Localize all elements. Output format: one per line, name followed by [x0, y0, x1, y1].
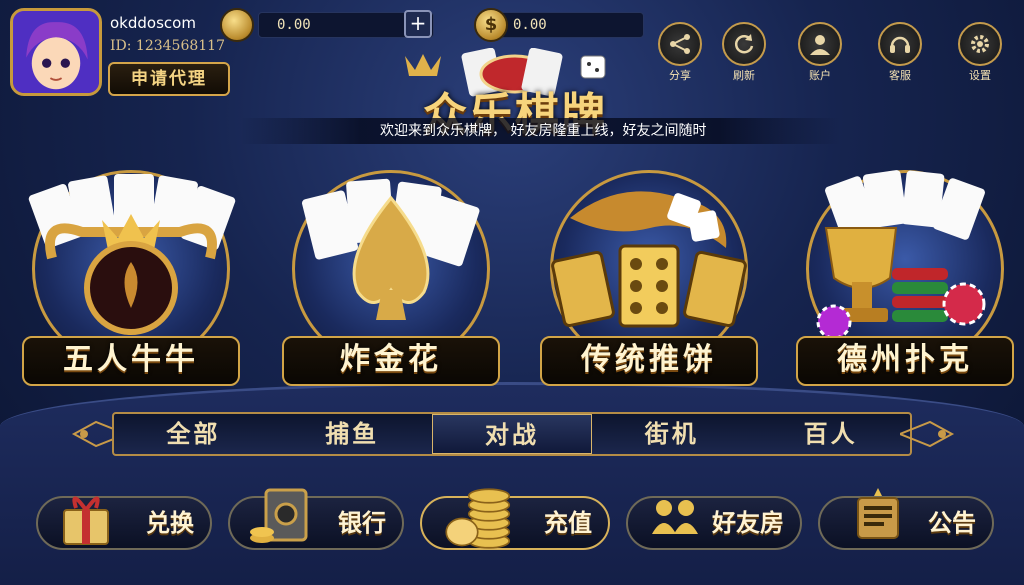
safe-icon	[250, 488, 308, 543]
settings-button[interactable]: 设置	[956, 22, 1004, 83]
game-golden-flower-label: 炸金花	[282, 336, 500, 386]
account-icon	[810, 35, 830, 55]
settings-label: 设置	[969, 69, 991, 82]
ornament-right-icon	[900, 420, 955, 448]
category-tabs: 全部 捕鱼 对战 街机 百人	[112, 412, 912, 456]
exchange-label: 兑换	[146, 508, 194, 537]
headset-icon	[890, 36, 910, 53]
recharge-label: 充值	[544, 508, 592, 537]
bank-button[interactable]: 银行	[228, 488, 404, 550]
dragon-tile-icon	[551, 191, 747, 328]
tab-hundred[interactable]: 百人	[751, 414, 910, 454]
game-traditional-push[interactable]: 传统推饼	[540, 158, 758, 390]
apply-agent-button[interactable]: 申请代理	[108, 62, 230, 96]
friend-room-button[interactable]: 好友房	[626, 496, 802, 550]
cash-balance: 0.00	[494, 12, 644, 38]
add-coin-button[interactable]: +	[404, 10, 432, 38]
notice-icon	[857, 488, 899, 539]
announcement-marquee: 欢迎来到众乐棋牌， 好友房隆重上线，好友之间随时	[240, 118, 840, 144]
recharge-button[interactable]: 充值	[420, 488, 610, 550]
cash-balance-value: 0.00	[513, 17, 547, 33]
coin-balance-value: 0.00	[277, 17, 311, 33]
game-five-bull[interactable]: 五人牛牛	[22, 158, 240, 390]
account-label: 账户	[809, 69, 831, 82]
notice-button[interactable]: 公告	[818, 488, 994, 550]
refresh-label: 刷新	[733, 69, 755, 82]
notice-label: 公告	[928, 508, 976, 537]
refresh-icon	[734, 34, 754, 54]
tab-fishing[interactable]: 捕鱼	[273, 414, 432, 454]
friend-room-label: 好友房	[712, 508, 784, 537]
game-five-bull-label: 五人牛牛	[22, 336, 240, 386]
gift-box-icon	[63, 496, 109, 545]
gear-icon	[971, 35, 989, 53]
marquee-text: 欢迎来到众乐棋牌， 好友房隆重上线，好友之间随时	[380, 123, 707, 139]
customer-service-label: 客服	[889, 69, 911, 82]
exchange-button[interactable]: 兑换	[36, 496, 212, 550]
game-golden-flower[interactable]: 炸金花	[282, 158, 500, 390]
game-texas-holdem[interactable]: 德州扑克	[796, 158, 1014, 390]
refresh-button[interactable]: 刷新	[720, 22, 768, 83]
customer-service-button[interactable]: 客服	[876, 22, 924, 83]
gold-coin-icon	[220, 8, 254, 42]
friends-icon	[652, 500, 698, 534]
game-traditional-push-label: 传统推饼	[540, 336, 758, 386]
dollar-coin-icon: $	[474, 8, 508, 42]
trophy-chips-icon	[816, 170, 986, 340]
avatar[interactable]	[10, 8, 102, 96]
tab-battle[interactable]: 对战	[431, 414, 593, 454]
tab-all[interactable]: 全部	[114, 414, 273, 454]
game-texas-holdem-label: 德州扑克	[796, 336, 1014, 386]
tab-arcade[interactable]: 街机	[592, 414, 751, 454]
account-button[interactable]: 账户	[796, 22, 844, 83]
username: okddoscom	[110, 14, 196, 32]
user-id: ID: 1234568117	[110, 38, 225, 54]
bank-label: 银行	[338, 508, 386, 537]
spade-icon	[302, 178, 480, 320]
share-icon	[670, 34, 690, 54]
coin-stack-icon	[445, 488, 511, 549]
bull-crown-icon	[28, 174, 236, 335]
avatar-face-icon	[13, 11, 99, 93]
